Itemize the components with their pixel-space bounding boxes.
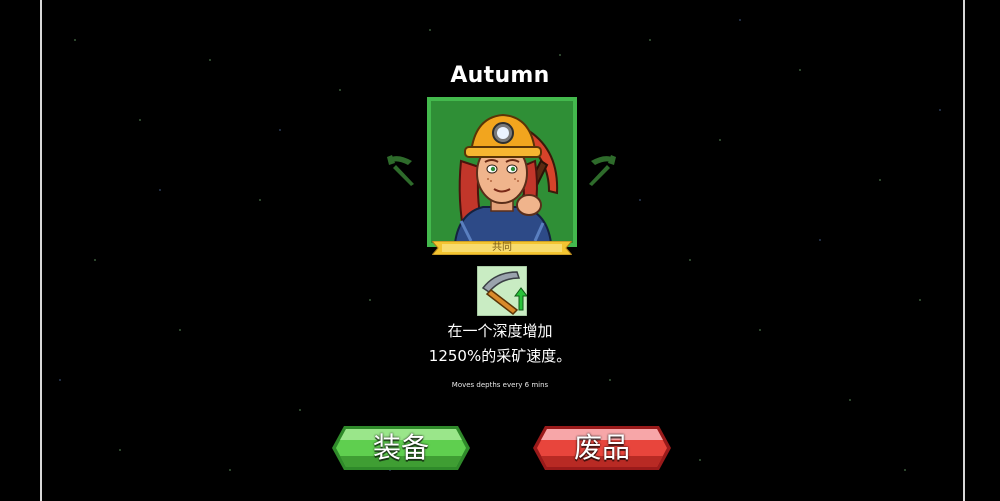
pickaxe-upgrade-icon xyxy=(477,266,527,316)
miner-avatar-icon xyxy=(431,101,573,243)
perk-description-line1: 在一个深度增加 xyxy=(447,322,553,340)
game-screen: Autumn 共同 在一个深度增加 1250%的采矿速度。 Moves dept… xyxy=(0,0,1000,501)
pickaxe-left-arrow-icon[interactable] xyxy=(384,153,418,187)
rarity-label: 共同 xyxy=(492,242,512,253)
pickaxe-right-arrow-icon[interactable] xyxy=(585,153,619,187)
scrap-button[interactable]: 废品 xyxy=(533,426,671,472)
scrap-button-label: 废品 xyxy=(573,431,630,464)
character-portrait xyxy=(427,97,577,247)
character-name: Autumn xyxy=(450,63,550,88)
perk-description-line2: 1250%的采矿速度。 xyxy=(428,347,572,365)
equip-button-label: 装备 xyxy=(372,431,429,464)
equip-button[interactable]: 装备 xyxy=(332,426,470,472)
perk-note: Moves depths every 6 mins xyxy=(451,381,549,389)
